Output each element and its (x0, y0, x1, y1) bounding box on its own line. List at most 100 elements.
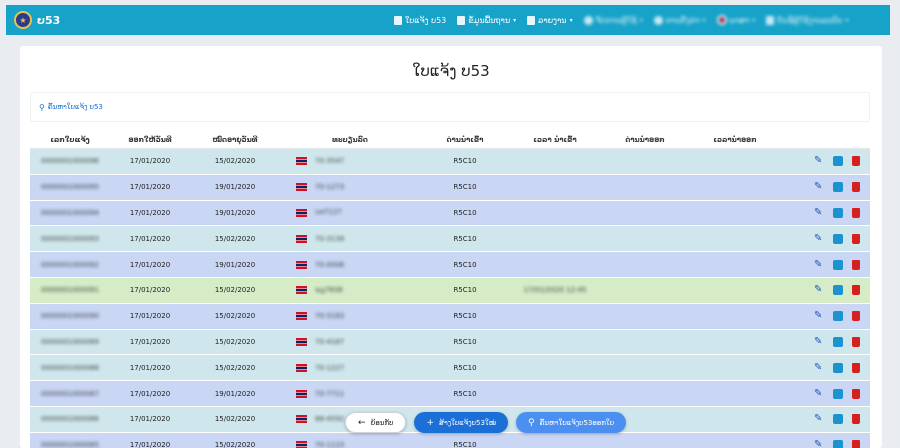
trash-icon[interactable] (852, 440, 860, 448)
printer-icon[interactable] (833, 362, 843, 373)
back-button[interactable]: ← ຍ້ອນກັບ (345, 412, 407, 433)
printer-icon[interactable] (833, 440, 843, 448)
edit-icon[interactable]: ✎ (814, 233, 824, 244)
port-in-cell: R5C10 (453, 337, 477, 346)
brand[interactable]: ★ ບ53 (6, 11, 60, 29)
trash-icon[interactable] (852, 182, 860, 193)
table-row[interactable]: 0000001000088 17/01/2020 15/02/2020 70-1227… (30, 355, 870, 382)
edit-icon[interactable]: ✎ (814, 182, 824, 192)
plate-number: บท7127 (315, 208, 342, 217)
nav-item-1[interactable]: ຂໍ້ມູນພື້ນຖານ ▾ (457, 15, 517, 25)
edit-icon[interactable]: ✎ (814, 156, 824, 166)
thai-flag-icon (296, 363, 307, 372)
column-header[interactable]: ໝົດອາຍຸວັນທີ (190, 136, 280, 144)
find-declaration-button[interactable]: ⚲ ຄົ້ນຫາໃບແຈ້ງບ53ອອກໃບ (515, 412, 627, 433)
table-row[interactable]: 0000001000095 17/01/2020 19/01/2020 70-1273… (30, 174, 870, 201)
column-header[interactable]: ດ່ານນຳອອກ (600, 136, 690, 144)
row-actions: ✎ (780, 182, 870, 193)
document-icon (394, 15, 402, 25)
trash-icon[interactable] (852, 156, 860, 167)
edit-icon[interactable]: ✎ (814, 259, 824, 270)
table-row[interactable]: 0000001000087 17/01/2020 19/01/2020 70-7711… (30, 381, 870, 407)
chevron-down-icon: ▾ (702, 16, 706, 24)
table-row[interactable]: 0000001000085 17/01/2020 15/02/2020 70-1123… (30, 432, 870, 448)
edit-icon[interactable]: ✎ (814, 285, 824, 295)
nav-item-2[interactable]: ລາຍງານ ▾ (527, 15, 573, 25)
expiry-cell: 15/02/2020 (214, 363, 256, 372)
row-actions: ✎ (780, 388, 870, 399)
trash-icon[interactable] (852, 207, 860, 218)
nav-item-label: ໃບແຈ້ງ ບ53 (405, 15, 447, 25)
plate-cell: 70-7711 (280, 389, 420, 398)
trash-icon[interactable] (852, 336, 860, 347)
trash-icon[interactable] (852, 388, 860, 399)
table-row[interactable]: 0000001000089 17/01/2020 15/02/2020 70-4187… (30, 329, 870, 356)
thai-flag-icon (296, 183, 307, 192)
table-row[interactable]: 0000001000093 17/01/2020 15/02/2020 70-3139… (30, 226, 870, 253)
printer-icon[interactable] (833, 182, 843, 193)
id-cell: 0000001000093 (41, 234, 99, 243)
trash-icon[interactable] (852, 233, 860, 244)
edit-icon[interactable]: ✎ (814, 362, 824, 373)
printer-icon[interactable] (833, 388, 843, 399)
plate-cell: 70-3547 (280, 157, 420, 166)
printer-icon[interactable] (833, 414, 843, 425)
edit-icon[interactable]: ✎ (814, 207, 824, 218)
search-icon: ⚲ (39, 102, 45, 112)
plate-number: 88-4592 (315, 415, 345, 424)
search-toggle[interactable]: ⚲ ຄົ້ນຫາໃບແຈ້ງ ບ53 (30, 92, 870, 122)
trash-icon[interactable] (852, 362, 860, 373)
id-cell: 0000001000087 (41, 389, 99, 398)
printer-icon[interactable] (833, 207, 843, 218)
add-label: ສ້າງໃບແຈ້ງບ53ໃໝ່ (439, 418, 496, 427)
nav-item-4[interactable]: ການຕັ້ງຄ່າ ▾ (653, 15, 706, 25)
nav-item-3[interactable]: ຈັດການຜູ້ໃຊ້ ▾ (583, 15, 643, 25)
printer-icon[interactable] (833, 156, 843, 167)
trash-icon[interactable] (852, 311, 860, 322)
row-actions: ✎ (780, 311, 870, 322)
thai-flag-icon (296, 415, 307, 424)
nav-item-label: ຈັດການຜູ້ໃຊ້ (595, 15, 637, 25)
issued-cell: 17/01/2020 (129, 183, 171, 192)
chevron-down-icon: ▾ (845, 16, 849, 24)
edit-icon[interactable]: ✎ (814, 388, 824, 399)
column-header[interactable]: ເວລາ ນຳເຂົ້າ (510, 136, 600, 144)
plate-cell: 70-3163 (280, 312, 420, 321)
trash-icon[interactable] (852, 259, 860, 270)
column-header[interactable]: ອອກໃຫ້ວັນທີ (110, 136, 190, 144)
trash-icon[interactable] (852, 414, 860, 425)
port-in-cell: R5C10 (453, 441, 477, 448)
printer-icon[interactable] (833, 311, 843, 322)
nav-item-6[interactable]: ບັນຊີຜູ້ໃຊ້ງານລະບົບ ▾ (766, 15, 849, 25)
thai-flag-icon (296, 312, 307, 321)
table-header: ເລກໃບແຈ້ງ ອອກໃຫ້ວັນທີ ໝົດອາຍຸວັນທີ ທະບຽນລົດ… (30, 132, 870, 149)
thai-flag-icon (296, 157, 307, 166)
add-declaration-button[interactable]: + ສ້າງໃບແຈ້ງບ53ໃໝ່ (414, 412, 508, 433)
nav-item-5[interactable]: ພາສາ ▾ (716, 15, 755, 25)
column-header[interactable]: ດ່ານນຳເຂົ້າ (420, 136, 510, 144)
plate-number: 70-7711 (315, 389, 345, 398)
column-header[interactable]: ເລກໃບແຈ້ງ (30, 136, 110, 144)
edit-icon[interactable]: ✎ (814, 414, 824, 424)
column-header[interactable]: ເວລານຳອອກ (690, 136, 780, 144)
printer-icon[interactable] (833, 259, 843, 270)
trash-icon[interactable] (852, 285, 860, 296)
table-row[interactable]: 0000001000091 17/01/2020 15/02/2020 ฆฎ7838 R… (30, 277, 870, 304)
table-row[interactable]: 0000001000094 17/01/2020 19/01/2020 บท7127 R… (30, 200, 870, 227)
edit-icon[interactable]: ✎ (814, 440, 824, 448)
printer-icon[interactable] (833, 336, 843, 347)
plate-number: 70-3163 (315, 312, 345, 321)
edit-icon[interactable]: ✎ (814, 311, 824, 321)
table-row[interactable]: 0000001000092 17/01/2020 19/01/2020 70-0006… (30, 252, 870, 278)
table-row[interactable]: 0000001000090 17/01/2020 15/02/2020 70-3163… (30, 303, 870, 330)
printer-icon[interactable] (833, 285, 843, 296)
table-row[interactable]: 0000001000096 17/01/2020 15/02/2020 70-3547… (30, 149, 870, 175)
column-header[interactable]: ທະບຽນລົດ (280, 136, 420, 144)
edit-icon[interactable]: ✎ (814, 336, 824, 347)
issued-cell: 17/01/2020 (129, 234, 171, 243)
printer-icon[interactable] (833, 233, 843, 244)
plus-icon: + (426, 417, 435, 428)
chevron-down-icon: ▾ (513, 16, 517, 24)
nav-item-0[interactable]: ໃບແຈ້ງ ບ53 (394, 15, 447, 25)
chevron-down-icon: ▾ (569, 16, 573, 24)
